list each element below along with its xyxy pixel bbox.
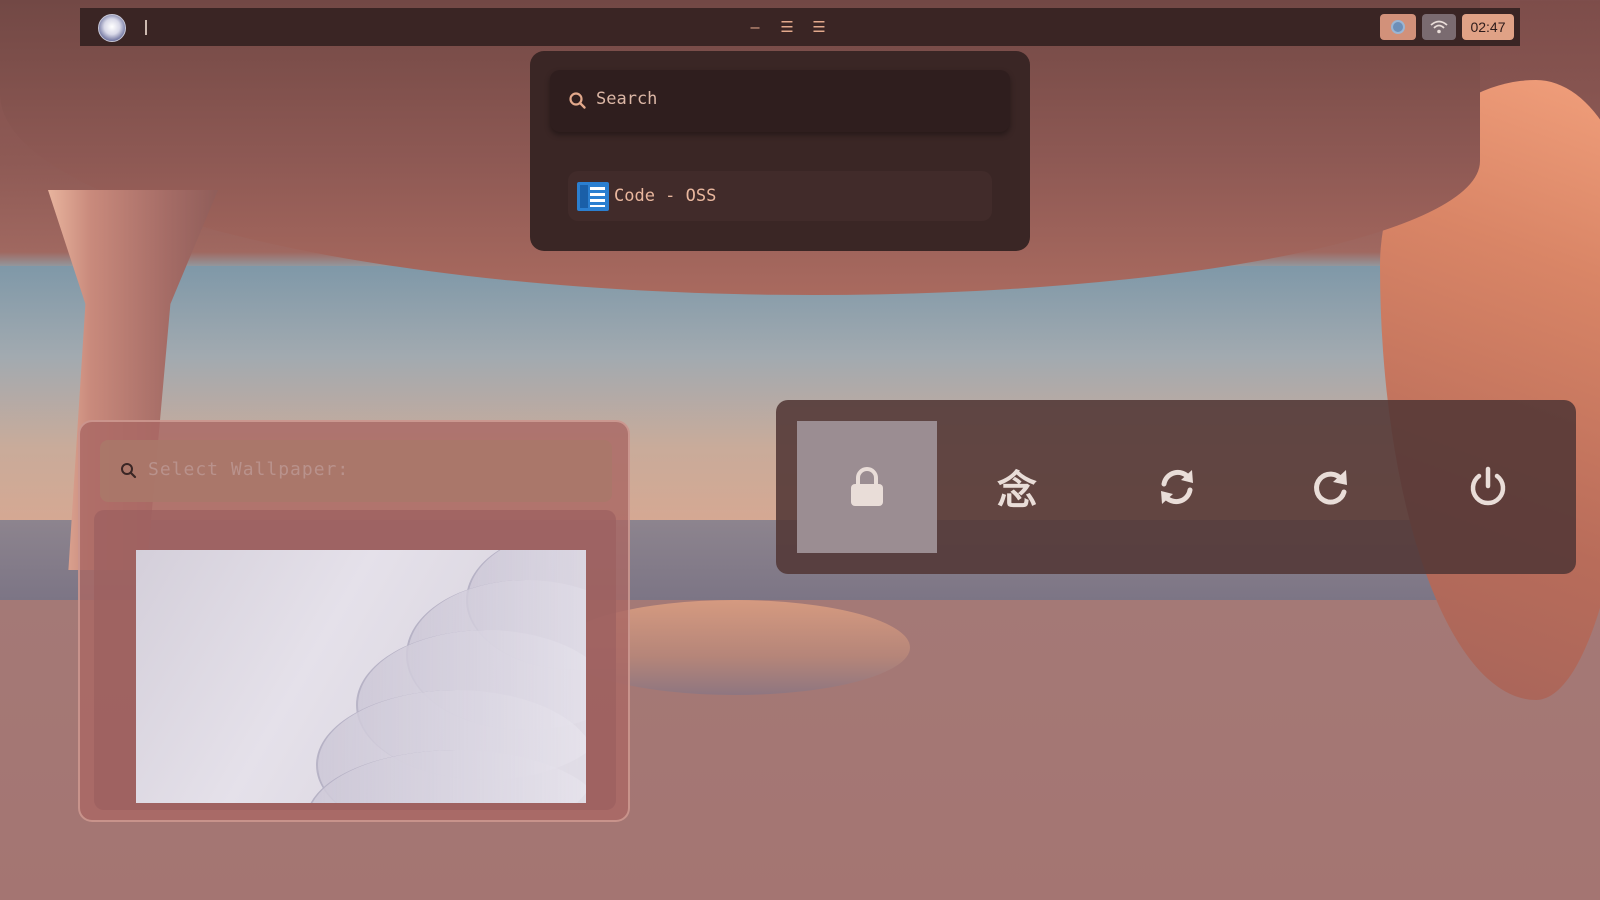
reboot-button[interactable] [1260,421,1400,553]
vscode-icon [577,182,609,211]
wallpaper-list [94,510,616,810]
app-launcher: Search Code - OSS [530,51,1030,251]
top-bar: — ☰ ☰ 02:47 [80,8,1520,46]
clock[interactable]: 02:47 [1462,14,1514,40]
system-tray: 02:47 [1380,14,1514,40]
kanji-icon: 念 [997,468,1037,514]
app-indicator-icon [1391,20,1405,34]
wallpaper-search-placeholder: Select Wallpaper: [148,459,350,480]
shutdown-button[interactable] [1418,421,1558,553]
workspace-switcher: — ☰ ☰ [748,18,826,38]
search-icon [569,92,586,109]
launcher-result-item[interactable]: Code - OSS [568,171,992,221]
text-cursor [145,20,147,35]
suspend-button[interactable] [1107,421,1247,553]
refresh-icon [1161,469,1193,505]
workspace-3[interactable]: ☰ [812,18,826,36]
lock-icon [851,467,883,506]
power-menu: 念 [776,400,1576,574]
launcher-search-input[interactable]: Search [550,70,1010,132]
launcher-search-placeholder: Search [596,89,658,109]
wallpaper-picker: Select Wallpaper: [78,420,630,822]
power-icon [1470,466,1506,506]
lock-button[interactable] [797,421,937,553]
search-icon [121,463,137,479]
wifi-button[interactable] [1422,14,1456,40]
logout-button[interactable]: 念 [947,421,1087,553]
wallpaper-arch [1380,80,1600,700]
wifi-icon [1430,20,1448,34]
user-avatar[interactable] [98,14,126,42]
restart-icon [1314,470,1347,505]
wallpaper-thumbnail[interactable] [136,550,586,803]
workspace-2[interactable]: ☰ [780,18,794,36]
launcher-result-label: Code - OSS [614,186,717,206]
tray-app-icon[interactable] [1380,14,1416,40]
workspace-1[interactable]: — [748,18,762,36]
wallpaper-search-input[interactable]: Select Wallpaper: [100,440,612,502]
